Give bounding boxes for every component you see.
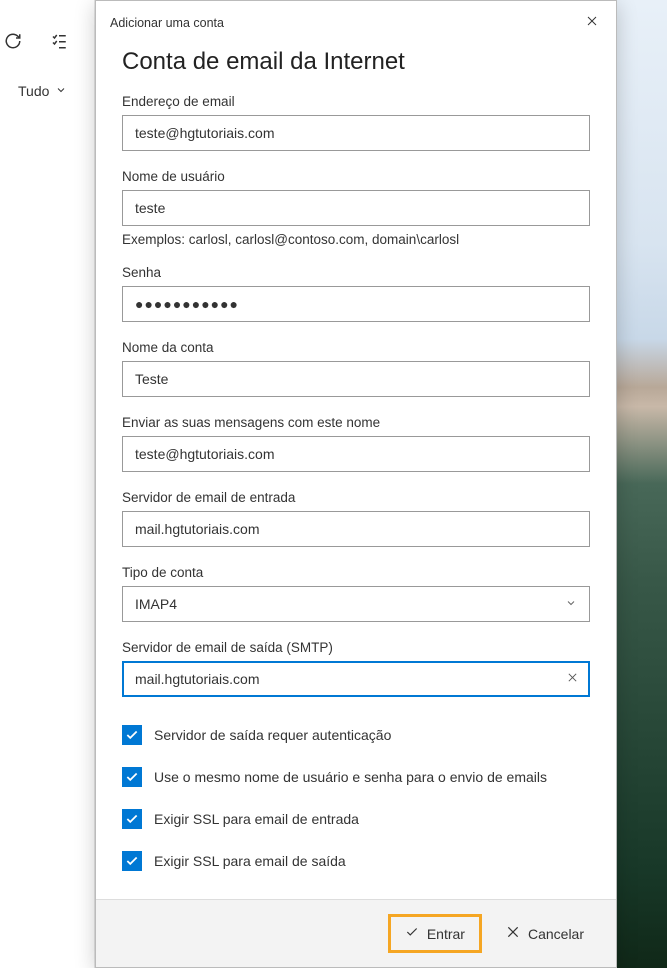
close-icon (586, 16, 598, 30)
filter-dropdown[interactable]: Tudo (0, 55, 94, 99)
dialog-body: Conta de email da Internet Endereço de e… (96, 40, 616, 899)
cancel-button[interactable]: Cancelar (492, 914, 598, 953)
username-label: Nome de usuário (122, 169, 590, 184)
filter-label: Tudo (18, 83, 49, 99)
checkbox-checked-icon (122, 767, 142, 787)
checkbox-same-credentials[interactable]: Use o mesmo nome de usuário e senha para… (122, 767, 590, 787)
enter-button[interactable]: Entrar (388, 914, 482, 953)
checkbox-checked-icon (122, 725, 142, 745)
username-hint: Exemplos: carlosl, carlosl@contoso.com, … (122, 232, 590, 247)
dialog-title: Adicionar uma conta (110, 16, 224, 30)
outgoing-server-label: Servidor de email de saída (SMTP) (122, 640, 590, 655)
checkbox-ssl-incoming[interactable]: Exigir SSL para email de entrada (122, 809, 590, 829)
todo-icon[interactable] (50, 32, 68, 55)
chevron-down-icon (565, 596, 577, 612)
account-name-input[interactable] (122, 361, 590, 397)
dialog-footer: Entrar Cancelar (96, 899, 616, 967)
dialog-titlebar: Adicionar uma conta (96, 1, 616, 40)
checkbox-ssl-outgoing[interactable]: Exigir SSL para email de saída (122, 851, 590, 871)
checkbox-outgoing-auth[interactable]: Servidor de saída requer autenticação (122, 725, 590, 745)
dialog-heading: Conta de email da Internet (122, 48, 590, 76)
incoming-server-input[interactable] (122, 511, 590, 547)
clear-button[interactable] (563, 666, 582, 692)
refresh-icon[interactable] (4, 32, 22, 55)
close-button[interactable] (582, 11, 602, 34)
account-name-label: Nome da conta (122, 340, 590, 355)
desktop-wallpaper (617, 0, 667, 968)
email-input[interactable] (122, 115, 590, 151)
check-icon (405, 925, 419, 942)
send-name-input[interactable] (122, 436, 590, 472)
password-label: Senha (122, 265, 590, 280)
incoming-server-label: Servidor de email de entrada (122, 490, 590, 505)
close-icon (506, 925, 520, 942)
email-label: Endereço de email (122, 94, 590, 109)
username-input[interactable] (122, 190, 590, 226)
mail-toolbar: Tudo (0, 0, 95, 968)
outgoing-server-input[interactable] (122, 661, 590, 697)
checkbox-checked-icon (122, 809, 142, 829)
send-name-label: Enviar as suas mensagens com este nome (122, 415, 590, 430)
checkbox-checked-icon (122, 851, 142, 871)
account-type-label: Tipo de conta (122, 565, 590, 580)
password-input[interactable]: ●●●●●●●●●●● (122, 286, 590, 322)
add-account-dialog: Adicionar uma conta Conta de email da In… (95, 0, 617, 968)
account-type-select[interactable]: IMAP4 (122, 586, 590, 622)
chevron-down-icon (55, 83, 67, 99)
close-icon (567, 670, 578, 687)
